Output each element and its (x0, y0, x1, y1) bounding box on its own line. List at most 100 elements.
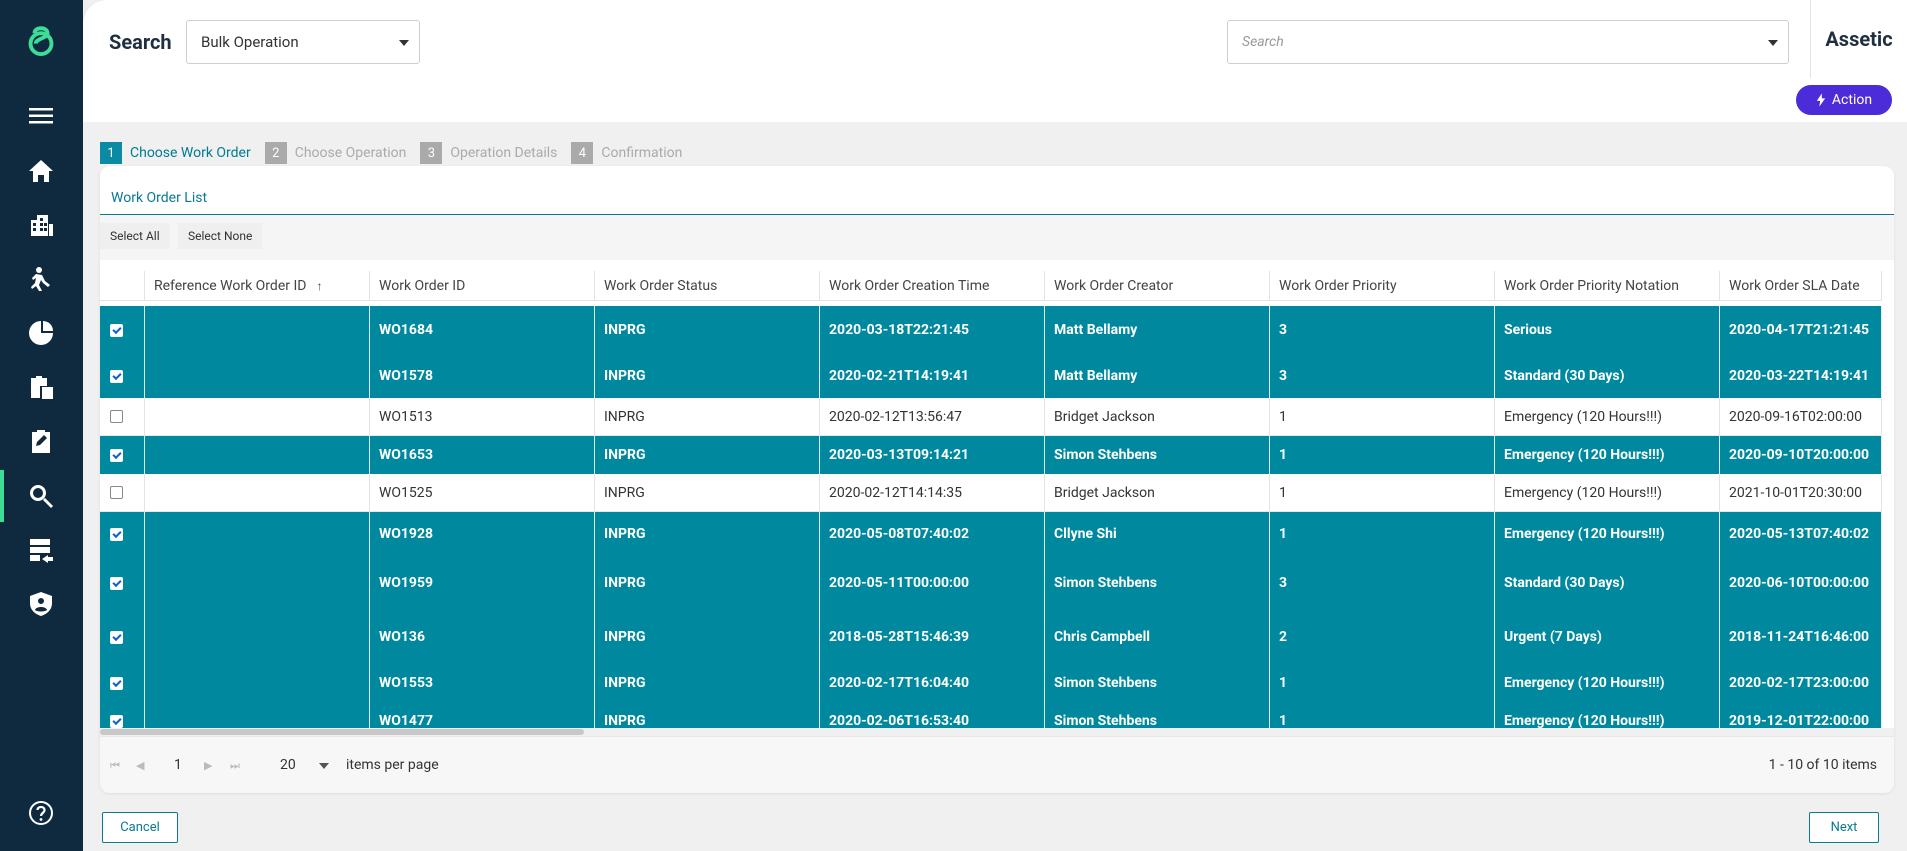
select-all-button[interactable]: Select All (100, 223, 170, 249)
cell-work-order-status: INPRG (595, 474, 820, 511)
cell-priority-notation: Emergency (120 Hours!!!) (1495, 398, 1720, 435)
row-select-cell (100, 354, 145, 398)
top-header: Search Bulk Operation Search Assetic (83, 0, 1907, 78)
step-operation-details[interactable]: 3 Operation Details (420, 142, 557, 164)
row-checkbox[interactable] (110, 576, 123, 590)
cell-creation-time: 2020-02-21T14:19:41 (820, 354, 1045, 398)
last-page-icon[interactable]: ⏭ (230, 759, 240, 773)
cell-reference-work-order-id (145, 556, 370, 610)
cell-work-order-status: INPRG (595, 436, 820, 474)
clipboard-building-icon[interactable] (24, 370, 58, 404)
search-icon[interactable] (24, 479, 58, 513)
row-checkbox[interactable] (110, 323, 123, 337)
cell-work-order-id: WO1553 (370, 664, 595, 702)
cell-priority-notation: Emergency (120 Hours!!!) (1495, 474, 1720, 511)
sort-ascending-icon[interactable]: ↑ (316, 279, 322, 293)
cell-creator: Simon Stehbens (1045, 664, 1270, 702)
user-shield-icon[interactable] (24, 587, 58, 621)
global-search-input[interactable]: Search (1227, 20, 1789, 64)
row-checkbox[interactable] (110, 448, 123, 462)
cell-priority-notation: Standard (30 Days) (1495, 556, 1720, 610)
first-page-icon[interactable]: ⏮ (110, 759, 120, 773)
row-checkbox[interactable] (110, 410, 123, 423)
select-none-button[interactable]: Select None (178, 223, 263, 249)
row-checkbox[interactable] (110, 527, 123, 541)
cell-priority-notation: Emergency (120 Hours!!!) (1495, 436, 1720, 474)
column-header-label: Work Order ID (379, 277, 466, 294)
row-checkbox[interactable] (110, 676, 123, 690)
worker-icon[interactable] (24, 262, 58, 296)
table-row[interactable]: WO1653 INPRG 2020-03-13T09:14:21 Simon Steh… (100, 436, 1882, 474)
search-placeholder: Search (1242, 34, 1284, 50)
column-header-reference-work-order-id[interactable]: Reference Work Order ID ↑ (145, 271, 370, 301)
home-icon[interactable] (24, 154, 58, 188)
cell-priority: 1 (1270, 398, 1495, 435)
cell-work-order-id: WO1578 (370, 354, 595, 398)
cancel-button[interactable]: Cancel (102, 812, 178, 843)
row-select-cell (100, 512, 145, 556)
page-size-select[interactable]: 20 (280, 757, 296, 773)
table-row[interactable]: WO1959 INPRG 2020-05-11T00:00:00 Simon Steh… (100, 556, 1882, 610)
table-row[interactable]: WO1578 INPRG 2020-02-21T14:19:41 Matt Bella… (100, 354, 1882, 398)
cell-priority-notation: Urgent (7 Days) (1495, 610, 1720, 664)
data-transfer-icon[interactable] (24, 533, 58, 567)
column-header-sla-date[interactable]: Work Order SLA Date (1720, 271, 1882, 301)
table-row[interactable]: WO1525 INPRG 2020-02-12T14:14:35 Bridget Ja… (100, 474, 1882, 512)
chevron-down-icon (1768, 40, 1778, 46)
clipboard-edit-icon[interactable] (24, 424, 58, 458)
work-order-panel: Work Order List Select All Select None R… (100, 166, 1894, 793)
row-checkbox[interactable] (110, 486, 123, 499)
cell-work-order-id: WO1684 (370, 306, 595, 354)
table-row[interactable]: WO1928 INPRG 2020-05-08T07:40:02 Cllyne Shi… (100, 512, 1882, 556)
cell-sla-date: 2020-04-17T21:21:45 (1720, 306, 1882, 354)
step-label: Choose Work Order (130, 145, 251, 161)
column-header-label: Work Order SLA Date (1729, 277, 1860, 294)
horizontal-scrollbar[interactable] (100, 728, 1894, 736)
column-header-work-order-status[interactable]: Work Order Status (595, 271, 820, 301)
cell-sla-date: 2020-05-13T07:40:02 (1720, 512, 1882, 556)
column-header-work-order-id[interactable]: Work Order ID (370, 271, 595, 301)
table-row[interactable]: WO136 INPRG 2018-05-28T15:46:39 Chris Campb… (100, 610, 1882, 664)
cell-sla-date: 2020-03-22T14:19:41 (1720, 354, 1882, 398)
cell-creation-time: 2020-05-08T07:40:02 (820, 512, 1045, 556)
step-choose-operation[interactable]: 2 Choose Operation (264, 142, 406, 164)
action-button[interactable]: Action (1796, 85, 1892, 115)
nav-active-indicator (0, 470, 4, 522)
column-header-priority[interactable]: Work Order Priority (1270, 271, 1495, 301)
cell-work-order-id: WO1959 (370, 556, 595, 610)
next-button[interactable]: Next (1809, 812, 1879, 843)
cell-work-order-status: INPRG (595, 354, 820, 398)
row-checkbox[interactable] (110, 714, 123, 728)
column-header-select[interactable] (100, 271, 145, 301)
operation-select[interactable]: Bulk Operation (186, 20, 420, 64)
row-checkbox[interactable] (110, 369, 123, 383)
cell-creator: Simon Stehbens (1045, 556, 1270, 610)
scrollbar-thumb[interactable] (100, 729, 584, 735)
column-header-creator[interactable]: Work Order Creator (1045, 271, 1270, 301)
current-page[interactable]: 1 (174, 757, 182, 773)
step-choose-work-order[interactable]: 1 Choose Work Order (100, 142, 251, 164)
column-header-priority-notation[interactable]: Work Order Priority Notation (1495, 271, 1720, 301)
cell-priority-notation: Emergency (120 Hours!!!) (1495, 512, 1720, 556)
table-row[interactable]: WO1684 INPRG 2020-03-18T22:21:45 Matt Bella… (100, 306, 1882, 354)
next-page-icon[interactable]: ▶ (204, 759, 212, 772)
finance-icon[interactable] (24, 316, 58, 350)
table-row[interactable]: WO1513 INPRG 2020-02-12T13:56:47 Bridget Ja… (100, 398, 1882, 436)
column-header-creation-time[interactable]: Work Order Creation Time (820, 271, 1045, 301)
table-row[interactable]: WO1553 INPRG 2020-02-17T16:04:40 Simon Steh… (100, 664, 1882, 702)
menu-icon[interactable] (24, 99, 58, 133)
cell-priority: 1 (1270, 474, 1495, 511)
cell-reference-work-order-id (145, 354, 370, 398)
step-label: Operation Details (450, 145, 558, 161)
help-icon[interactable] (24, 796, 58, 830)
cell-creation-time: 2020-03-13T09:14:21 (820, 436, 1045, 474)
cell-reference-work-order-id (145, 306, 370, 354)
step-confirmation[interactable]: 4 Confirmation (571, 142, 682, 164)
step-number: 4 (571, 142, 594, 164)
app-logo-icon[interactable] (24, 24, 58, 58)
row-checkbox[interactable] (110, 630, 123, 644)
chevron-down-icon[interactable] (319, 763, 329, 769)
cell-sla-date: 2021-10-01T20:30:00 (1720, 474, 1882, 511)
prev-page-icon[interactable]: ◀ (136, 759, 144, 772)
building-icon[interactable] (24, 208, 58, 242)
